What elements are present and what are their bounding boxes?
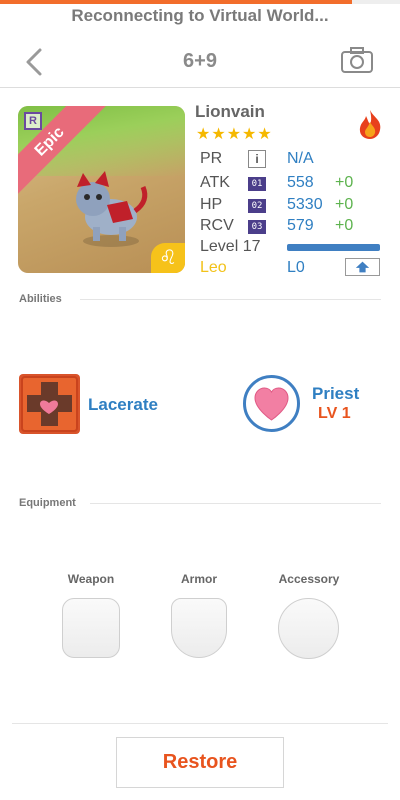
nav-bar: 6+9 (0, 36, 400, 88)
equipment-section-label: Equipment (19, 497, 76, 509)
stat-bonus: +0 (335, 174, 354, 191)
stat-row-hp: HP 02 5330 +0 (200, 196, 385, 216)
footer-divider (12, 723, 388, 724)
stat-value: 579 (287, 217, 314, 234)
stat-row-atk: ATK 01 558 +0 (200, 174, 385, 194)
stat-row-rcv: RCV 03 579 +0 (200, 217, 385, 237)
class-name: Priest (312, 384, 360, 403)
heart-icon (254, 387, 289, 421)
armor-slot-label: Armor (180, 572, 217, 586)
abilities-section-label: Abilities (19, 293, 62, 305)
reconnect-progress-fill (0, 0, 352, 4)
zodiac-level: L0 (287, 259, 305, 276)
accessory-slot[interactable] (278, 598, 339, 659)
stat-label: RCV (200, 217, 234, 234)
zodiac-sign-badge: ♌ (151, 243, 185, 273)
pet-figure-icon (76, 171, 148, 247)
upgrade-arrow-button[interactable] (345, 258, 380, 276)
skill-name[interactable]: Lacerate (88, 395, 158, 415)
stat-badge: 02 (248, 199, 266, 213)
level-label: Level 17 (200, 238, 261, 255)
info-icon[interactable]: i (248, 150, 266, 168)
class-level: LV 1 (318, 405, 351, 422)
divider (80, 299, 381, 300)
stat-value: 5330 (287, 196, 323, 213)
lacerate-skill-icon[interactable] (19, 374, 80, 434)
fire-icon (359, 110, 381, 139)
restore-button[interactable]: Restore (116, 737, 284, 788)
divider (90, 503, 381, 504)
stat-value: N/A (287, 150, 314, 167)
stat-label: ATK (200, 174, 230, 191)
stat-label: HP (200, 196, 223, 213)
star-rating: ★★★★★ (196, 126, 273, 143)
weapon-slot[interactable] (62, 598, 120, 658)
stat-badge: 01 (248, 177, 266, 191)
stat-bonus: +0 (335, 217, 354, 234)
zodiac-sign-name: Leo (200, 259, 227, 276)
stat-row-pr: PR i N/A (200, 150, 385, 170)
priest-class-icon[interactable] (243, 375, 300, 432)
stat-bonus: +0 (335, 196, 354, 213)
level-progress-bar (287, 244, 380, 251)
stat-badge: 03 (248, 220, 266, 234)
pet-name: Lionvain (195, 102, 265, 121)
pet-card-image: R Epic ♌ (18, 106, 185, 273)
camera-icon[interactable] (340, 46, 374, 74)
connection-status-text: Reconnecting to Virtual World... (71, 6, 329, 25)
stat-value: 558 (287, 174, 314, 191)
stat-label: PR (200, 150, 223, 167)
weapon-slot-label: Weapon (67, 572, 115, 586)
rarity-badge: R (24, 112, 42, 130)
accessory-slot-label: Accessory (278, 572, 340, 586)
reconnect-progress-bar (0, 0, 400, 4)
cross-wound-icon (21, 376, 78, 432)
armor-slot[interactable] (171, 598, 227, 658)
